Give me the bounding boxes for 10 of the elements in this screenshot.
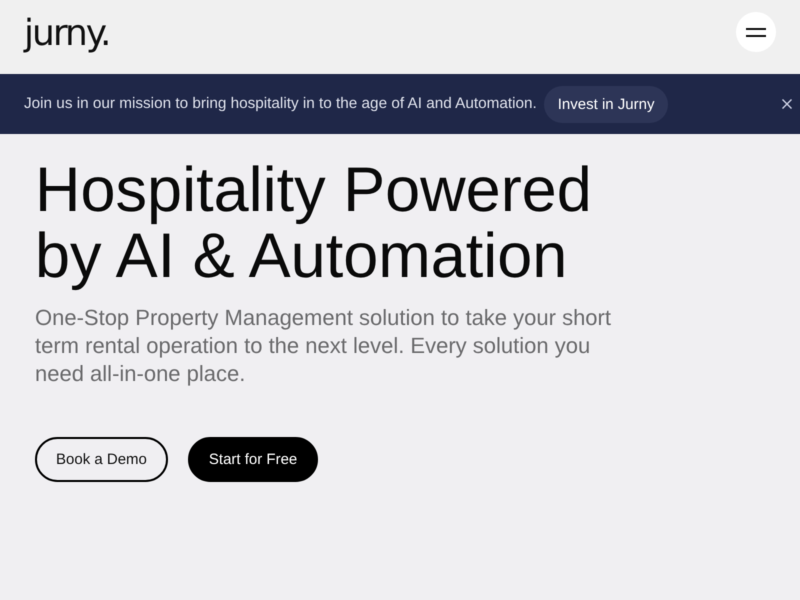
logo[interactable]: jurny. [24, 14, 110, 54]
start-free-button[interactable]: Start for Free [188, 437, 318, 482]
banner-message: Join us in our mission to bring hospitality in to the age of AI and Automation. [24, 95, 537, 113]
book-demo-button[interactable]: Book a Demo [35, 437, 168, 482]
close-icon[interactable] [782, 99, 792, 109]
hero-subtitle: One-Stop Property Management solution to take your short term rental operation to the next level. Every solution you need all-in-one place. [35, 304, 612, 388]
menu-icon [746, 28, 766, 36]
invest-button[interactable]: Invest in Jurny [544, 86, 668, 122]
menu-button[interactable] [736, 12, 776, 52]
hero-heading: Hospitality Powered by AI & Automation [35, 157, 593, 289]
